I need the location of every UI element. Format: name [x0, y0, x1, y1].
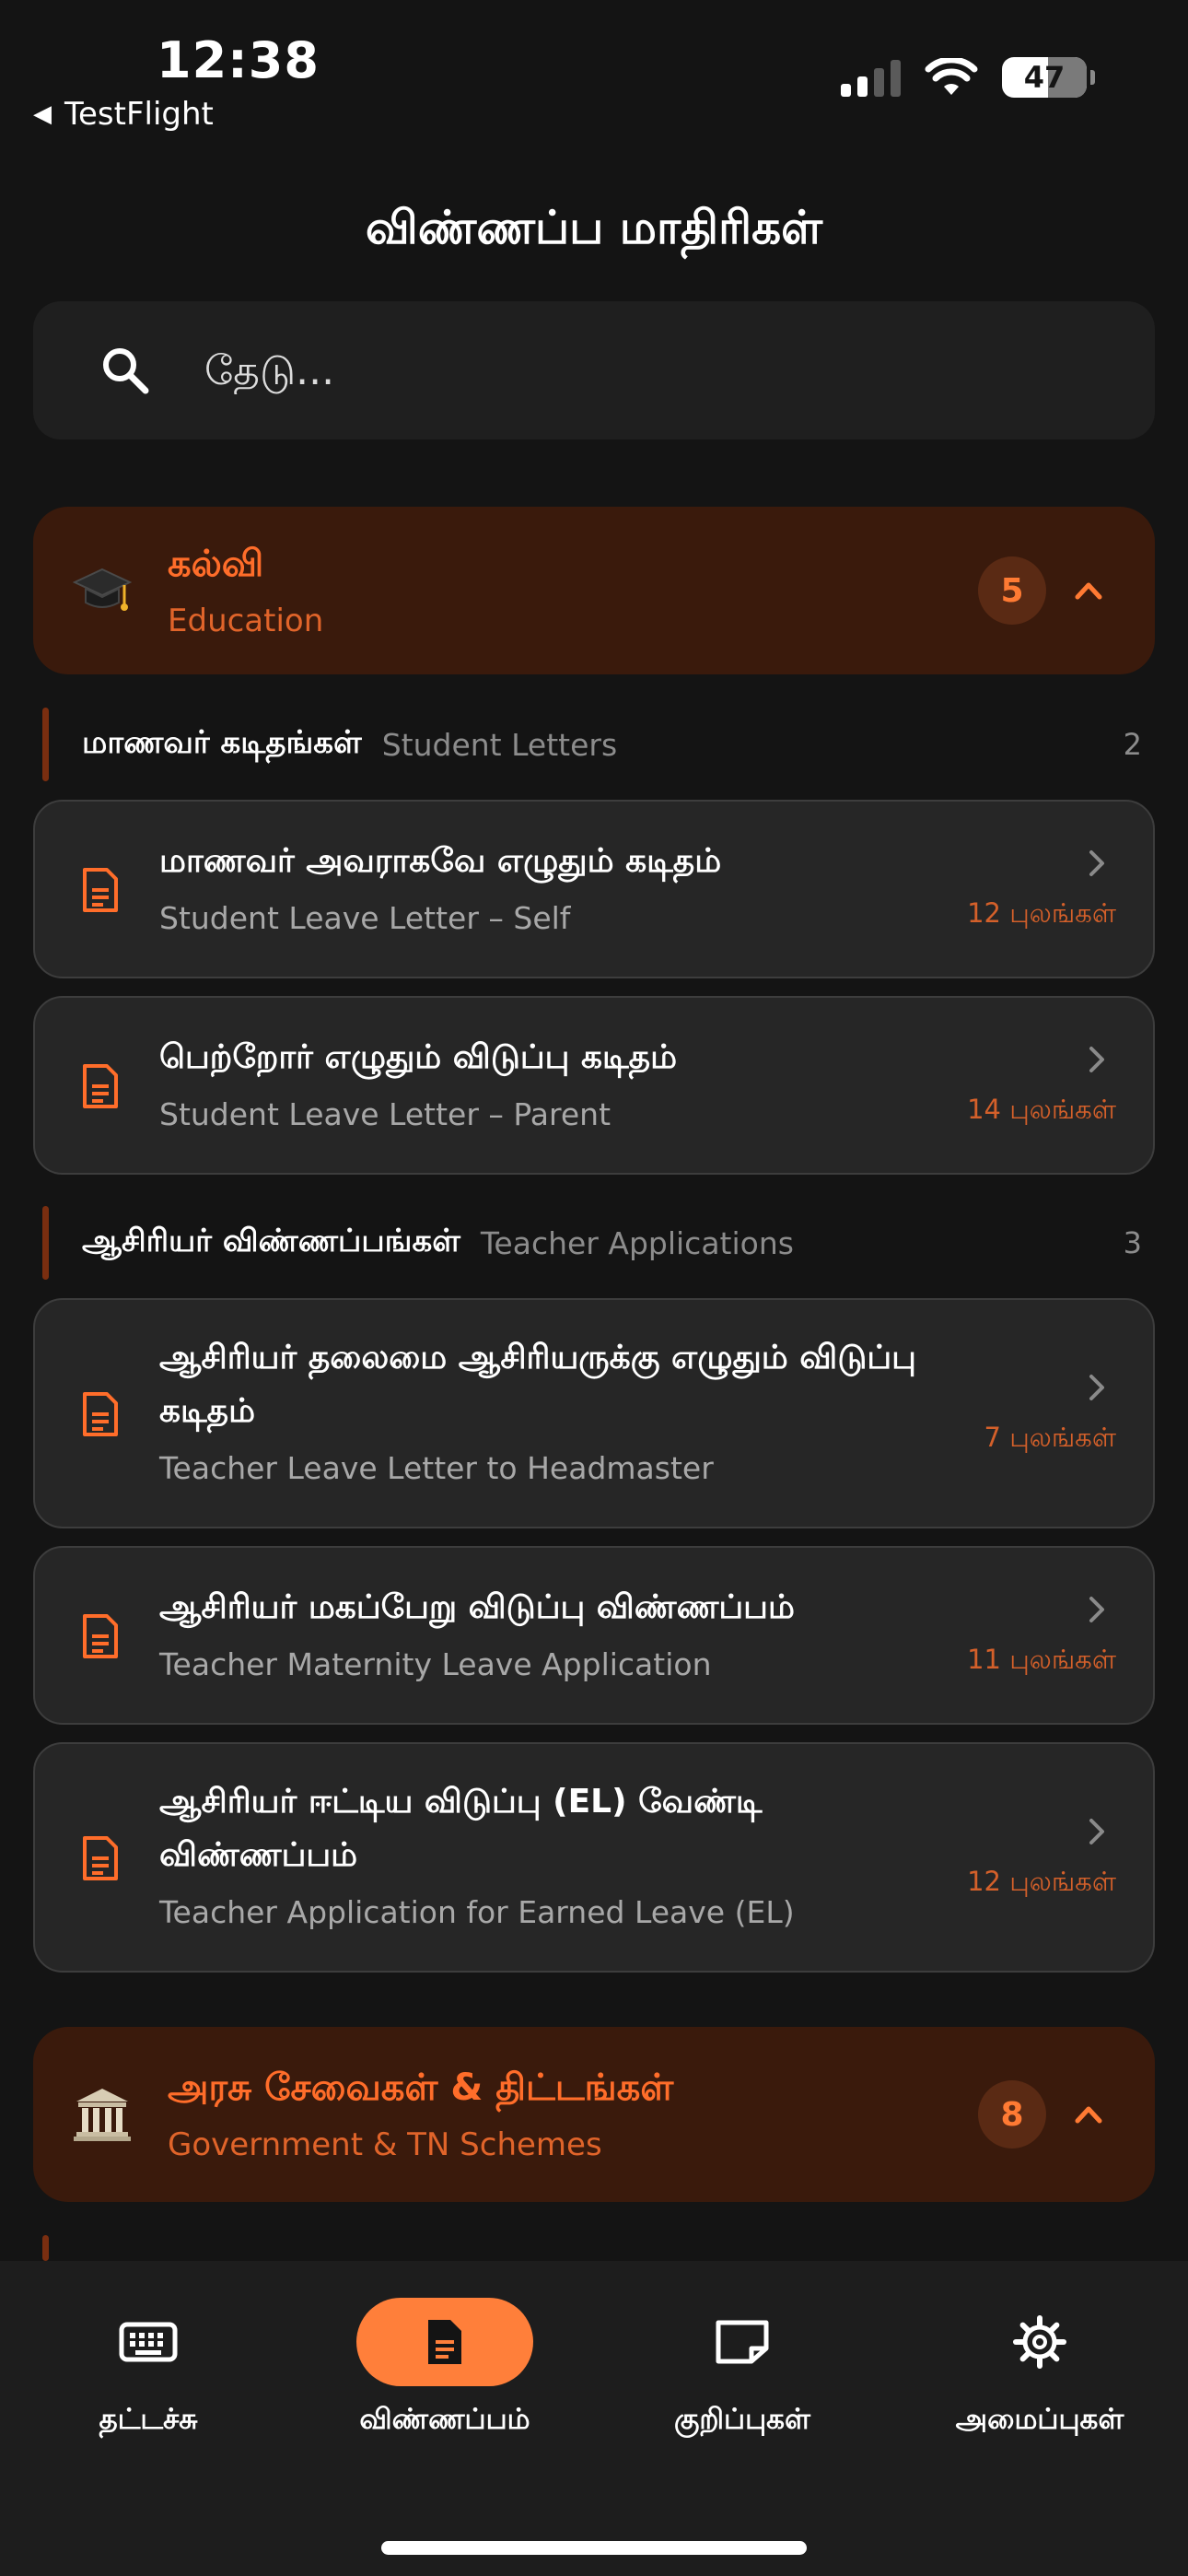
- card-title-ta: ஆசிரியர் தலைமை ஆசிரியருக்கு எழுதும் விடு…: [159, 1339, 916, 1430]
- section-title-ta: மாணவர் கடிதங்கள்: [82, 724, 362, 761]
- home-indicator: [381, 2541, 807, 2555]
- category-title-en: Education: [168, 602, 324, 639]
- section-student-letters: மாணவர் கடிதங்கள் Student Letters 2: [42, 708, 1151, 781]
- chevron-up-icon: [1075, 582, 1102, 600]
- document-icon: [83, 1064, 118, 1108]
- chevron-right-icon: [1089, 850, 1104, 876]
- wifi-icon: [925, 58, 978, 95]
- card-title-ta: பெற்றோர் எழுதும் விடுப்பு கடிதம்: [159, 1038, 678, 1076]
- card-title-en: Student Leave Letter – Self: [159, 900, 571, 936]
- card-title-en: Teacher Application for Earned Leave (EL…: [159, 1894, 795, 1930]
- section-accent-bar: [42, 1206, 49, 1280]
- card-field-count: 12 புலங்கள்: [967, 897, 1116, 929]
- template-card[interactable]: ஆசிரியர் மகப்பேறு விடுப்பு விண்ணப்பம் Te…: [33, 1546, 1155, 1725]
- section-accent-bar: [42, 2235, 49, 2261]
- tab-icon-container: [60, 2298, 237, 2386]
- chevron-right-icon: [1089, 1597, 1104, 1622]
- category-title-ta: கல்வி: [168, 542, 264, 585]
- search-icon: [103, 348, 149, 394]
- template-card[interactable]: மாணவர் அவராகவே எழுதும் கடிதம் Student Le…: [33, 800, 1155, 978]
- back-label: TestFlight: [64, 96, 214, 133]
- card-field-count: 11 புலங்கள்: [967, 1644, 1116, 1675]
- template-card[interactable]: பெற்றோர் எழுதும் விடுப்பு கடிதம் Student…: [33, 996, 1155, 1175]
- battery-icon: 47: [1002, 57, 1095, 98]
- card-title-ta: மாணவர் அவராகவே எழுதும் கடிதம்: [159, 842, 722, 880]
- tab-label: அமைப்புகள்: [955, 2403, 1124, 2436]
- status-time: 12:38: [157, 31, 320, 89]
- cellular-signal-icon: [841, 58, 901, 97]
- card-title-ta: ஆசிரியர் மகப்பேறு விடுப்பு விண்ணப்பம்: [159, 1588, 795, 1626]
- page-title: விண்ணப்ப மாதிரிகள்: [365, 201, 823, 254]
- section-count: 3: [1123, 1225, 1142, 1260]
- keyboard-icon: [119, 2322, 178, 2362]
- chevron-up-icon: [1075, 2106, 1102, 2124]
- card-title-en: Teacher Leave Letter to Headmaster: [159, 1450, 714, 1486]
- card-title-en: Student Leave Letter – Parent: [159, 1096, 611, 1132]
- category-government-header[interactable]: அரசு சேவைகள் & திட்டங்கள் Government & T…: [33, 2027, 1155, 2202]
- chevron-right-icon: [1089, 1375, 1104, 1400]
- bottom-tab-bar: தட்டச்சு விண்ணப்பம் குறிப்புகள் அமைப்புக…: [0, 2261, 1188, 2576]
- tab-label: விண்ணப்பம்: [359, 2403, 530, 2436]
- document-icon: [83, 868, 118, 912]
- tab-icon-container-active: [356, 2298, 533, 2386]
- template-card[interactable]: ஆசிரியர் தலைமை ஆசிரியருக்கு எழுதும் விடு…: [33, 1298, 1155, 1528]
- tab-settings[interactable]: அமைப்புகள்: [891, 2298, 1188, 2440]
- category-title-ta: அரசு சேவைகள் & திட்டங்கள்: [168, 2066, 674, 2109]
- tab-notes[interactable]: குறிப்புகள்: [594, 2298, 891, 2440]
- tab-label: குறிப்புகள்: [674, 2403, 810, 2436]
- card-title-en: Teacher Maternity Leave Application: [159, 1646, 712, 1682]
- document-icon: [83, 1836, 118, 1880]
- category-count-badge: 8: [978, 2080, 1046, 2149]
- document-icon: [83, 1614, 118, 1658]
- section-title-en: Student Letters: [381, 726, 618, 763]
- screen: 12:38 ◀ TestFlight 47 விண்ணப்ப மாதிரிகள்: [0, 0, 1188, 2576]
- chevron-right-icon: [1089, 1047, 1104, 1072]
- section-count: 2: [1123, 727, 1142, 762]
- tab-typing[interactable]: தட்டச்சு: [0, 2298, 297, 2440]
- status-icons: 47: [841, 57, 1095, 98]
- search-bar[interactable]: [33, 301, 1155, 439]
- back-to-testflight[interactable]: ◀ TestFlight: [33, 96, 214, 133]
- document-icon: [83, 1392, 118, 1436]
- note-icon: [716, 2320, 769, 2364]
- section-title-ta: ஆசிரியர் விண்ணப்பங்கள்: [82, 1223, 460, 1259]
- card-field-count: 7 புலங்கள்: [984, 1422, 1116, 1453]
- category-title-en: Government & TN Schemes: [168, 2125, 602, 2163]
- tab-label: தட்டச்சு: [99, 2403, 198, 2436]
- tab-icon-container: [654, 2298, 831, 2386]
- card-title-ta: ஆசிரியர் ஈட்டிய விடுப்பு (EL) வேண்டி விண…: [159, 1783, 763, 1874]
- battery-level: 47: [1023, 60, 1066, 95]
- government-building-icon: [70, 2082, 134, 2147]
- search-input[interactable]: [204, 346, 1033, 394]
- settings-icon: [1013, 2315, 1066, 2369]
- section-teacher-applications: ஆசிரியர் விண்ணப்பங்கள் Teacher Applicati…: [42, 1206, 1151, 1280]
- tab-application[interactable]: விண்ணப்பம்: [297, 2298, 593, 2440]
- section-title-en: Teacher Applications: [480, 1224, 794, 1261]
- tab-icon-container: [951, 2298, 1128, 2386]
- document-icon: [428, 2320, 461, 2364]
- graduation-cap-icon: [70, 558, 134, 623]
- category-count-badge: 5: [978, 556, 1046, 625]
- section-accent-bar: [42, 708, 49, 781]
- category-education-header[interactable]: கல்வி Education 5: [33, 507, 1155, 674]
- template-card[interactable]: ஆசிரியர் ஈட்டிய விடுப்பு (EL) வேண்டி விண…: [33, 1742, 1155, 1973]
- card-field-count: 12 புலங்கள்: [967, 1866, 1116, 1897]
- card-field-count: 14 புலங்கள்: [967, 1094, 1116, 1125]
- back-arrow-icon: ◀: [33, 100, 52, 128]
- chevron-right-icon: [1089, 1819, 1104, 1844]
